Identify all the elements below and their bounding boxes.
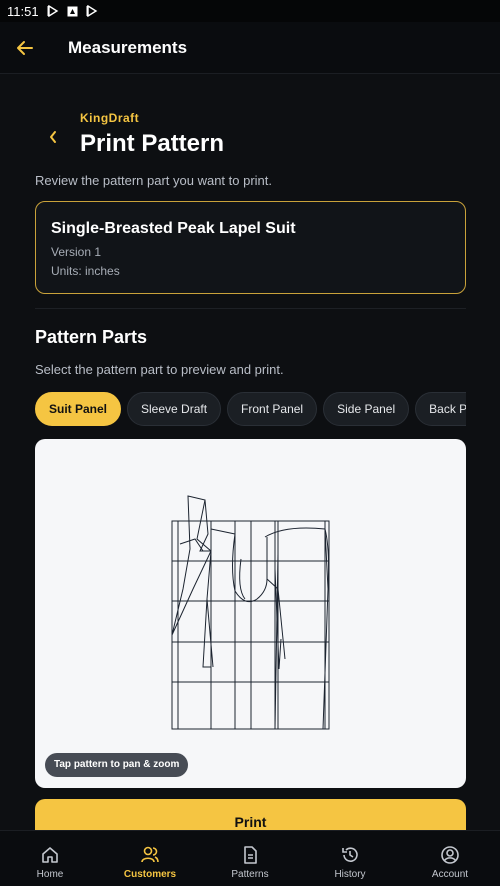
- account-icon: [440, 845, 460, 865]
- nav-history-label: History: [334, 869, 366, 880]
- nav-home-label: Home: [36, 869, 64, 880]
- chip-front-panel[interactable]: Front Panel: [227, 392, 318, 426]
- pattern-drawing[interactable]: [35, 439, 466, 788]
- pattern-preview[interactable]: Tap pattern to pan & zoom: [35, 439, 466, 788]
- nav-customers[interactable]: Customers: [100, 831, 200, 886]
- play-store-icon: [47, 5, 59, 17]
- chip-suit-panel[interactable]: Suit Panel: [35, 392, 122, 426]
- pattern-parts-title: Pattern Parts: [35, 327, 148, 347]
- history-icon: [340, 845, 360, 865]
- app-bar: Measurements: [0, 22, 500, 73]
- page-subtitle: Review the pattern part you want to prin…: [35, 173, 273, 188]
- section-divider: [35, 308, 466, 309]
- brand-label: KingDraft: [80, 111, 140, 125]
- play-icon: [86, 5, 98, 17]
- bottom-nav: Home Customers Patterns History Account: [0, 830, 500, 886]
- users-icon: [140, 845, 160, 865]
- app-bar-title: Measurements: [68, 37, 188, 57]
- pattern-units: Units: inches: [51, 264, 120, 278]
- nav-customers-label: Customers: [123, 869, 177, 880]
- pan-zoom-hint: Tap pattern to pan & zoom: [45, 753, 189, 777]
- status-time: 11:51: [7, 3, 39, 19]
- notification-icon: [67, 6, 78, 17]
- status-bar: 11:51: [0, 0, 500, 22]
- nav-home[interactable]: Home: [0, 831, 100, 886]
- nav-account[interactable]: Account: [400, 831, 500, 886]
- pattern-parts-subtitle: Select the pattern part to preview and p…: [35, 362, 284, 377]
- home-icon: [40, 845, 60, 865]
- nav-patterns[interactable]: Patterns: [200, 831, 300, 886]
- pattern-info-card: Single-Breasted Peak Lapel Suit Version …: [35, 201, 466, 294]
- page-title: Print Pattern: [80, 130, 225, 157]
- pattern-version: Version 1: [51, 245, 102, 259]
- main-content: KingDraft Print Pattern Review the patte…: [0, 74, 500, 845]
- document-icon: [240, 845, 260, 865]
- nav-account-label: Account: [431, 869, 469, 880]
- chevron-left-icon[interactable]: [44, 126, 62, 148]
- chip-back-panel[interactable]: Back Panel: [415, 392, 466, 426]
- nav-history[interactable]: History: [300, 831, 400, 886]
- nav-patterns-label: Patterns: [231, 869, 269, 880]
- pattern-part-chips: Suit Panel Sleeve Draft Front Panel Side Pa…: [35, 392, 466, 426]
- pattern-name: Single-Breasted Peak Lapel Suit: [51, 220, 296, 237]
- chip-side-panel[interactable]: Side Panel: [323, 392, 410, 426]
- chip-sleeve-draft[interactable]: Sleeve Draft: [127, 392, 222, 426]
- arrow-left-icon[interactable]: [0, 22, 50, 73]
